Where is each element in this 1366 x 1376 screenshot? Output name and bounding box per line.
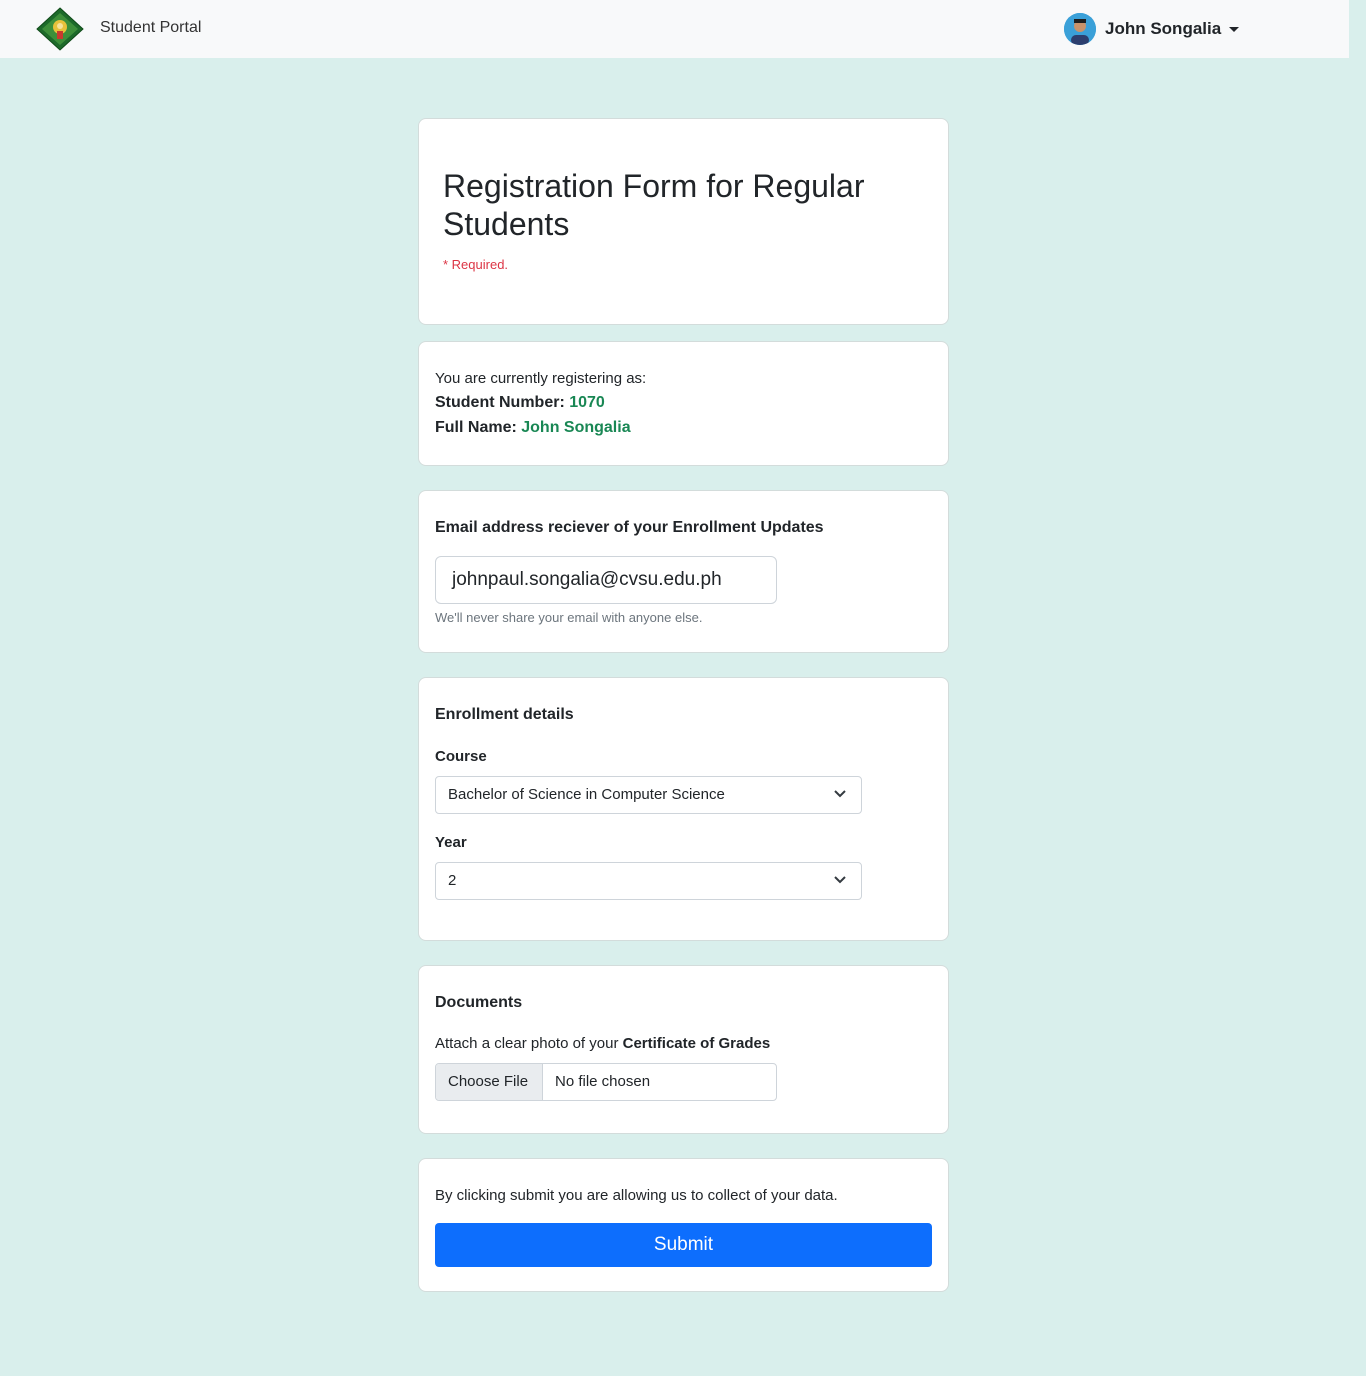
year-select[interactable]: 2: [435, 862, 862, 900]
course-select[interactable]: Bachelor of Science in Computer Science: [435, 776, 862, 814]
avatar: [1064, 13, 1096, 45]
user-menu[interactable]: John Songalia: [1064, 13, 1240, 45]
no-file-text: No file chosen: [555, 1073, 651, 1090]
course-selected-value: Bachelor of Science in Computer Science: [448, 786, 725, 803]
brand-label[interactable]: Student Portal: [100, 19, 201, 37]
email-field[interactable]: johnpaul.songalia@cvsu.edu.ph: [435, 556, 777, 604]
certificate-file-input[interactable]: Choose File No file chosen: [435, 1063, 777, 1101]
documents-instruction: Attach a clear photo of your Certificate…: [435, 1035, 770, 1052]
documents-instruction-bold: Certificate of Grades: [622, 1035, 771, 1052]
user-avatar-icon: [1064, 13, 1096, 45]
chevron-down-icon: [834, 876, 846, 884]
student-number-value: 1070: [569, 394, 605, 411]
form-header-card: Registration Form for Regular Students *…: [418, 118, 949, 325]
documents-card: Documents Attach a clear photo of your C…: [418, 965, 949, 1134]
full-name-label: Full Name:: [435, 419, 517, 436]
chevron-down-icon: [834, 790, 846, 798]
enrollment-card: Enrollment details Course Bachelor of Sc…: [418, 677, 949, 941]
documents-section-title: Documents: [435, 994, 523, 1011]
year-label: Year: [435, 834, 467, 851]
documents-instruction-prefix: Attach a clear photo of your: [435, 1035, 619, 1052]
choose-file-button[interactable]: Choose File: [436, 1064, 543, 1100]
student-number-label: Student Number:: [435, 394, 565, 411]
submit-button[interactable]: Submit: [435, 1223, 932, 1267]
page-title: Registration Form for Regular Students: [443, 168, 865, 242]
university-logo-icon[interactable]: [35, 7, 85, 51]
full-name-value: John Songalia: [521, 419, 631, 436]
full-name-row: Full Name: John Songalia: [435, 419, 631, 437]
registering-intro: You are currently registering as:: [435, 370, 647, 387]
enrollment-section-title: Enrollment details: [435, 706, 574, 723]
identity-card: You are currently registering as: Studen…: [418, 341, 949, 466]
submit-notice: By clicking submit you are allowing us t…: [435, 1187, 838, 1204]
course-label: Course: [435, 748, 487, 765]
submit-card: By clicking submit you are allowing us t…: [418, 1158, 949, 1292]
email-card: Email address reciever of your Enrollmen…: [418, 490, 949, 653]
email-help-text: We'll never share your email with anyone…: [435, 610, 703, 625]
required-note: * Required.: [443, 257, 509, 272]
caret-down-icon: [1229, 26, 1240, 32]
student-number-row: Student Number: 1070: [435, 394, 605, 412]
user-name: John Songalia: [1105, 19, 1222, 38]
top-navbar: Student Portal John Songalia: [0, 0, 1349, 58]
email-section-title: Email address reciever of your Enrollmen…: [435, 519, 824, 536]
year-selected-value: 2: [448, 872, 457, 889]
